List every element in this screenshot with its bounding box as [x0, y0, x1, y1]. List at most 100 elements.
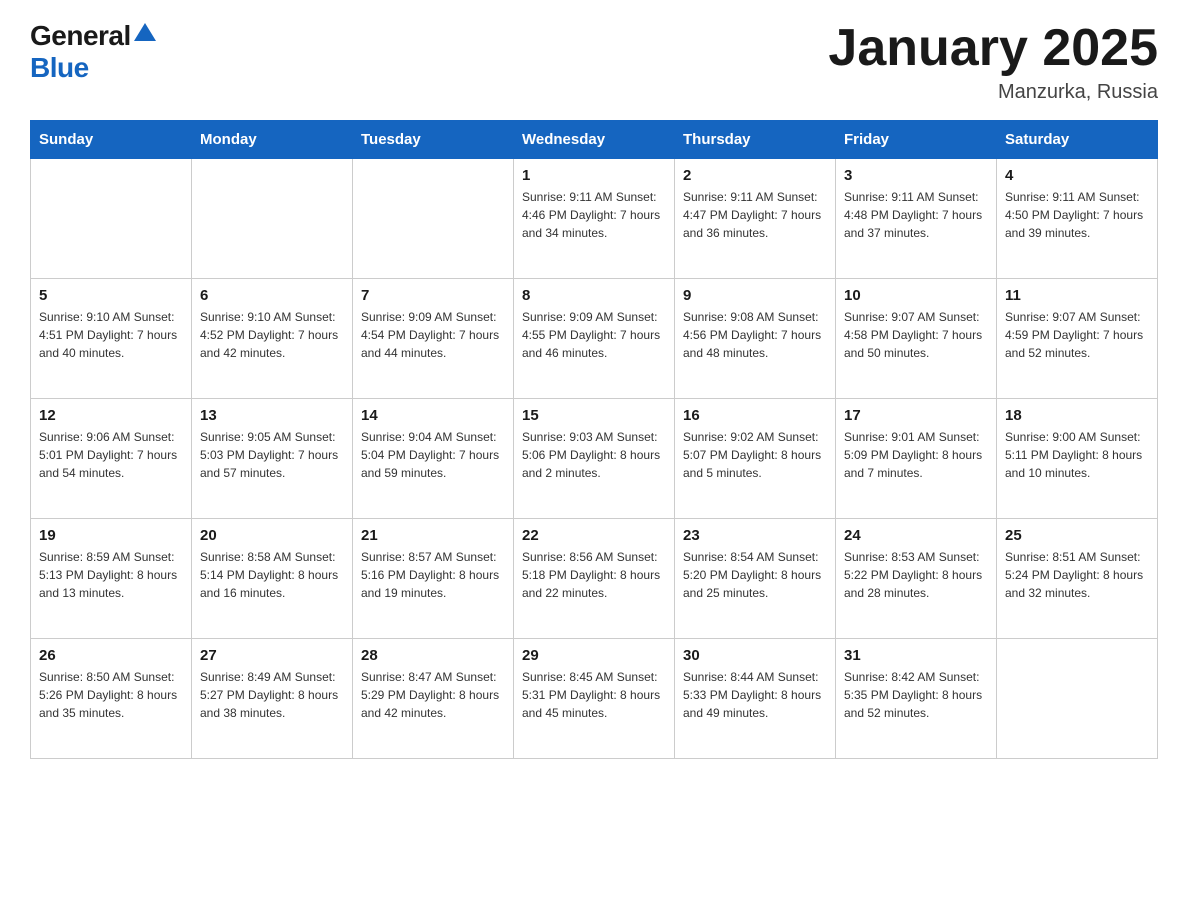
day-info: Sunrise: 9:11 AM Sunset: 4:47 PM Dayligh… — [683, 188, 827, 242]
day-number: 1 — [522, 167, 666, 184]
calendar-week-row: 19 Sunrise: 8:59 AM Sunset: 5:13 PM Dayli… — [31, 519, 1158, 639]
calendar-cell: 21 Sunrise: 8:57 AM Sunset: 5:16 PM Dayli… — [353, 519, 514, 639]
day-info: Sunrise: 8:47 AM Sunset: 5:29 PM Dayligh… — [361, 668, 505, 722]
day-number: 3 — [844, 167, 988, 184]
calendar-cell: 3 Sunrise: 9:11 AM Sunset: 4:48 PM Daylig… — [836, 159, 997, 279]
day-number: 10 — [844, 287, 988, 304]
day-info: Sunrise: 8:56 AM Sunset: 5:18 PM Dayligh… — [522, 548, 666, 602]
day-info: Sunrise: 9:09 AM Sunset: 4:54 PM Dayligh… — [361, 308, 505, 362]
day-number: 19 — [39, 527, 183, 544]
day-number: 14 — [361, 407, 505, 424]
calendar-cell: 5Sunrise: 9:10 AM Sunset: 4:51 PM Daylig… — [31, 279, 192, 399]
calendar-cell: 30 Sunrise: 8:44 AM Sunset: 5:33 PM Dayli… — [675, 639, 836, 759]
day-number: 24 — [844, 527, 988, 544]
day-number: 18 — [1005, 407, 1149, 424]
calendar-cell: 17 Sunrise: 9:01 AM Sunset: 5:09 PM Dayli… — [836, 399, 997, 519]
day-info: Sunrise: 8:57 AM Sunset: 5:16 PM Dayligh… — [361, 548, 505, 602]
day-number: 20 — [200, 527, 344, 544]
title-block: January 2025 Manzurka, Russia — [828, 20, 1158, 104]
day-number: 4 — [1005, 167, 1149, 184]
day-info: Sunrise: 9:00 AM Sunset: 5:11 PM Dayligh… — [1005, 428, 1149, 482]
calendar-cell: 25 Sunrise: 8:51 AM Sunset: 5:24 PM Dayli… — [997, 519, 1158, 639]
calendar-header-row: SundayMondayTuesdayWednesdayThursdayFrid… — [31, 121, 1158, 159]
day-info: Sunrise: 9:03 AM Sunset: 5:06 PM Dayligh… — [522, 428, 666, 482]
day-number: 2 — [683, 167, 827, 184]
day-number: 25 — [1005, 527, 1149, 544]
calendar-cell: 31Sunrise: 8:42 AM Sunset: 5:35 PM Dayli… — [836, 639, 997, 759]
col-header-sunday: Sunday — [31, 121, 192, 159]
day-info: Sunrise: 8:53 AM Sunset: 5:22 PM Dayligh… — [844, 548, 988, 602]
day-info: Sunrise: 9:11 AM Sunset: 4:46 PM Dayligh… — [522, 188, 666, 242]
calendar-cell: 6Sunrise: 9:10 AM Sunset: 4:52 PM Daylig… — [192, 279, 353, 399]
location-text: Manzurka, Russia — [828, 81, 1158, 104]
month-title: January 2025 — [828, 20, 1158, 77]
day-info: Sunrise: 9:01 AM Sunset: 5:09 PM Dayligh… — [844, 428, 988, 482]
day-number: 22 — [522, 527, 666, 544]
day-number: 9 — [683, 287, 827, 304]
calendar-cell — [997, 639, 1158, 759]
day-number: 17 — [844, 407, 988, 424]
calendar-table: SundayMondayTuesdayWednesdayThursdayFrid… — [30, 120, 1158, 759]
calendar-cell: 18 Sunrise: 9:00 AM Sunset: 5:11 PM Dayli… — [997, 399, 1158, 519]
calendar-cell: 8 Sunrise: 9:09 AM Sunset: 4:55 PM Daylig… — [514, 279, 675, 399]
calendar-cell: 14 Sunrise: 9:04 AM Sunset: 5:04 PM Dayli… — [353, 399, 514, 519]
day-number: 21 — [361, 527, 505, 544]
day-info: Sunrise: 8:51 AM Sunset: 5:24 PM Dayligh… — [1005, 548, 1149, 602]
day-info: Sunrise: 9:07 AM Sunset: 4:59 PM Dayligh… — [1005, 308, 1149, 362]
calendar-cell: 7Sunrise: 9:09 AM Sunset: 4:54 PM Daylig… — [353, 279, 514, 399]
calendar-cell — [192, 159, 353, 279]
calendar-cell: 23 Sunrise: 8:54 AM Sunset: 5:20 PM Dayli… — [675, 519, 836, 639]
calendar-cell: 12 Sunrise: 9:06 AM Sunset: 5:01 PM Dayli… — [31, 399, 192, 519]
calendar-cell: 28 Sunrise: 8:47 AM Sunset: 5:29 PM Dayli… — [353, 639, 514, 759]
calendar-cell — [353, 159, 514, 279]
calendar-cell: 4 Sunrise: 9:11 AM Sunset: 4:50 PM Daylig… — [997, 159, 1158, 279]
calendar-cell: 1 Sunrise: 9:11 AM Sunset: 4:46 PM Daylig… — [514, 159, 675, 279]
day-info: Sunrise: 8:58 AM Sunset: 5:14 PM Dayligh… — [200, 548, 344, 602]
day-number: 16 — [683, 407, 827, 424]
logo: General Blue — [30, 20, 156, 84]
day-info: Sunrise: 9:04 AM Sunset: 5:04 PM Dayligh… — [361, 428, 505, 482]
day-info: Sunrise: 8:44 AM Sunset: 5:33 PM Dayligh… — [683, 668, 827, 722]
calendar-cell: 15Sunrise: 9:03 AM Sunset: 5:06 PM Dayli… — [514, 399, 675, 519]
day-info: Sunrise: 8:54 AM Sunset: 5:20 PM Dayligh… — [683, 548, 827, 602]
day-info: Sunrise: 9:09 AM Sunset: 4:55 PM Dayligh… — [522, 308, 666, 362]
day-number: 11 — [1005, 287, 1149, 304]
calendar-cell: 9 Sunrise: 9:08 AM Sunset: 4:56 PM Daylig… — [675, 279, 836, 399]
day-number: 5 — [39, 287, 183, 304]
day-info: Sunrise: 8:59 AM Sunset: 5:13 PM Dayligh… — [39, 548, 183, 602]
day-info: Sunrise: 9:02 AM Sunset: 5:07 PM Dayligh… — [683, 428, 827, 482]
day-info: Sunrise: 9:07 AM Sunset: 4:58 PM Dayligh… — [844, 308, 988, 362]
day-info: Sunrise: 9:11 AM Sunset: 4:48 PM Dayligh… — [844, 188, 988, 242]
day-info: Sunrise: 9:06 AM Sunset: 5:01 PM Dayligh… — [39, 428, 183, 482]
day-number: 26 — [39, 647, 183, 664]
col-header-tuesday: Tuesday — [353, 121, 514, 159]
col-header-wednesday: Wednesday — [514, 121, 675, 159]
day-number: 29 — [522, 647, 666, 664]
calendar-cell: 16 Sunrise: 9:02 AM Sunset: 5:07 PM Dayli… — [675, 399, 836, 519]
calendar-week-row: 5Sunrise: 9:10 AM Sunset: 4:51 PM Daylig… — [31, 279, 1158, 399]
day-number: 28 — [361, 647, 505, 664]
calendar-cell: 27 Sunrise: 8:49 AM Sunset: 5:27 PM Dayli… — [192, 639, 353, 759]
day-info: Sunrise: 9:05 AM Sunset: 5:03 PM Dayligh… — [200, 428, 344, 482]
calendar-week-row: 1 Sunrise: 9:11 AM Sunset: 4:46 PM Daylig… — [31, 159, 1158, 279]
day-info: Sunrise: 8:49 AM Sunset: 5:27 PM Dayligh… — [200, 668, 344, 722]
calendar-cell — [31, 159, 192, 279]
day-number: 23 — [683, 527, 827, 544]
day-number: 12 — [39, 407, 183, 424]
day-number: 8 — [522, 287, 666, 304]
calendar-cell: 26Sunrise: 8:50 AM Sunset: 5:26 PM Dayli… — [31, 639, 192, 759]
day-number: 27 — [200, 647, 344, 664]
day-number: 6 — [200, 287, 344, 304]
day-info: Sunrise: 9:11 AM Sunset: 4:50 PM Dayligh… — [1005, 188, 1149, 242]
day-number: 30 — [683, 647, 827, 664]
page-header: General Blue January 2025 Manzurka, Russ… — [30, 20, 1158, 104]
calendar-cell: 22 Sunrise: 8:56 AM Sunset: 5:18 PM Dayli… — [514, 519, 675, 639]
col-header-thursday: Thursday — [675, 121, 836, 159]
day-info: Sunrise: 9:08 AM Sunset: 4:56 PM Dayligh… — [683, 308, 827, 362]
logo-general-text: General — [30, 20, 131, 52]
col-header-friday: Friday — [836, 121, 997, 159]
logo-triangle-icon — [134, 23, 156, 46]
col-header-saturday: Saturday — [997, 121, 1158, 159]
day-info: Sunrise: 8:45 AM Sunset: 5:31 PM Dayligh… — [522, 668, 666, 722]
calendar-week-row: 26Sunrise: 8:50 AM Sunset: 5:26 PM Dayli… — [31, 639, 1158, 759]
